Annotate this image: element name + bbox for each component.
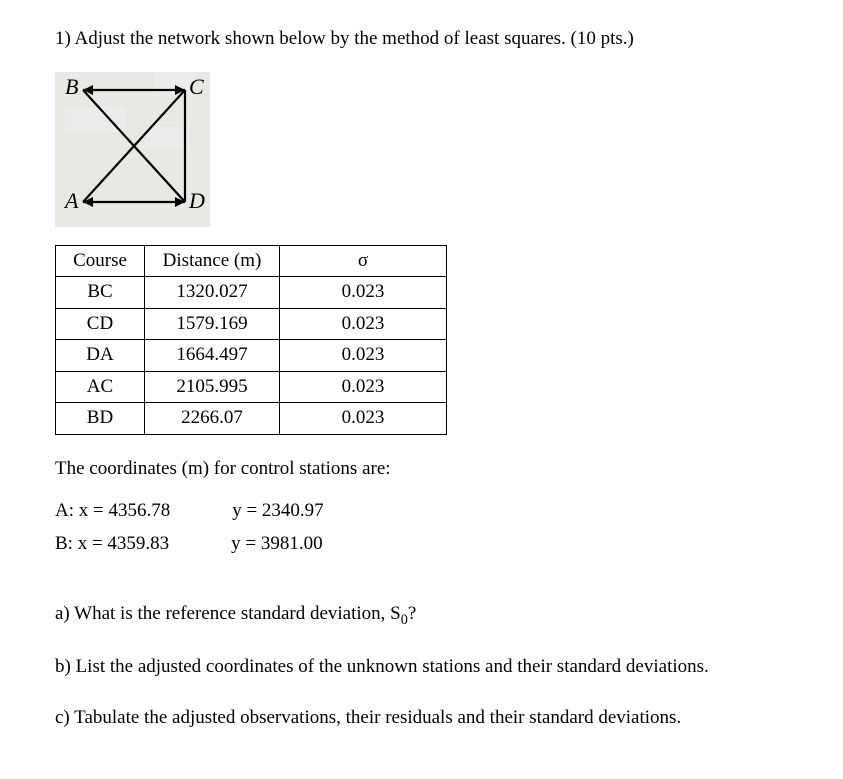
question-b: b) List the adjusted coordinates of the … [55,653,788,682]
coords-intro: The coordinates (m) for control stations… [55,455,788,484]
col-header-sigma: σ [280,245,447,277]
table-row: AC 2105.995 0.023 [56,371,447,403]
coord-a-y: y = 2340.97 [232,497,323,526]
table-row: CD 1579.169 0.023 [56,308,447,340]
question-a: a) What is the reference standard deviat… [55,600,788,631]
figure-label-c: C [189,74,204,99]
figure-label-b: B [65,74,78,99]
coord-b-x: B: x = 4359.83 [55,530,169,559]
figure-label-d: D [188,188,205,213]
col-header-course: Course [56,245,145,277]
data-table: Course Distance (m) σ BC 1320.027 0.023 … [55,245,447,435]
problem-heading: 1) Adjust the network shown below by the… [55,25,788,54]
table-header-row: Course Distance (m) σ [56,245,447,277]
coords-a: A: x = 4356.78 y = 2340.97 [55,497,788,526]
network-figure: B C A D [55,72,210,227]
coord-b-y: y = 3981.00 [231,530,322,559]
table-row: BD 2266.07 0.023 [56,403,447,435]
col-header-distance: Distance (m) [145,245,280,277]
coords-b: B: x = 4359.83 y = 3981.00 [55,530,788,559]
network-svg: B C A D [55,72,210,227]
coord-a-x: A: x = 4356.78 [55,497,170,526]
table-row: DA 1664.497 0.023 [56,340,447,372]
table-row: BC 1320.027 0.023 [56,277,447,309]
question-c: c) Tabulate the adjusted observations, t… [55,704,788,733]
figure-label-a: A [63,188,79,213]
